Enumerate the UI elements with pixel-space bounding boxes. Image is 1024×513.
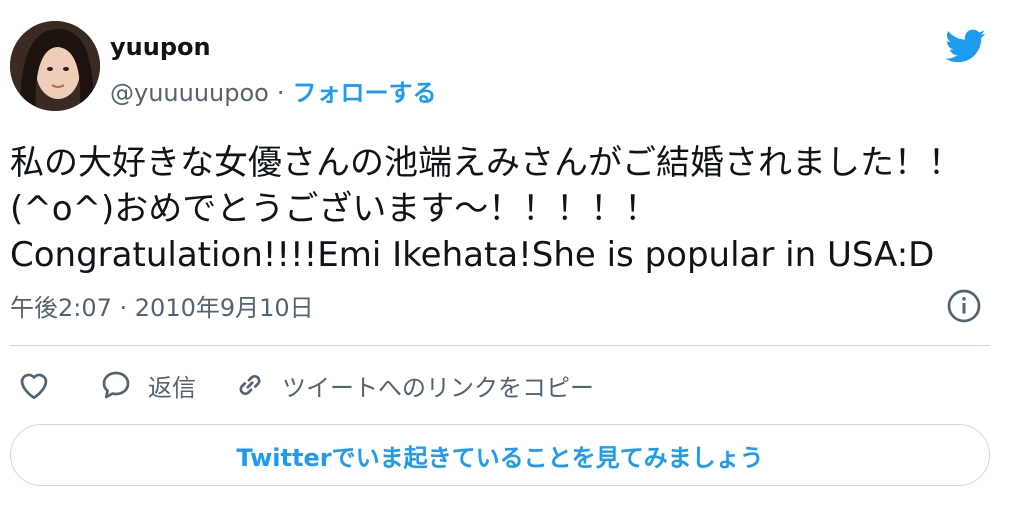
reply-label: 返信	[148, 373, 196, 402]
handle-row: @yuuuuupoo · フォローする	[110, 73, 437, 108]
info-icon[interactable]	[946, 288, 982, 324]
user-handle[interactable]: @yuuuuupoo	[110, 79, 269, 107]
copy-link-label: ツイートへのリンクをコピー	[282, 373, 594, 402]
tweet-timestamp[interactable]: 午後2:07 · 2010年9月10日	[10, 288, 314, 323]
action-bar: 返信 ツイートへのリンクをコピー	[16, 365, 594, 405]
display-name[interactable]: yuupon	[110, 33, 211, 61]
reply-button[interactable]: 返信	[98, 367, 196, 403]
follow-link[interactable]: フォローする	[293, 79, 437, 107]
explore-twitter-button[interactable]: Twitterでいま起きていることを見てみましょう	[10, 424, 990, 486]
speech-bubble-icon	[102, 371, 130, 399]
copy-link-button[interactable]: ツイートへのリンクをコピー	[232, 367, 594, 403]
divider	[10, 345, 990, 346]
separator-dot: ·	[276, 79, 285, 107]
tweet-embed-card: yuupon @yuuuuupoo · フォローする 私の大好きな女優さんの池端えみ…	[0, 0, 1024, 513]
like-button[interactable]	[16, 367, 52, 403]
heart-icon	[20, 373, 48, 400]
tweet-text: 私の大好きな女優さんの池端えみさんがご結婚されました！！(^o^)おめでとうござ…	[10, 143, 962, 275]
link-icon	[239, 374, 261, 396]
twitter-bird-icon[interactable]	[942, 26, 990, 66]
avatar[interactable]	[10, 21, 100, 111]
avatar-photo	[10, 21, 100, 111]
